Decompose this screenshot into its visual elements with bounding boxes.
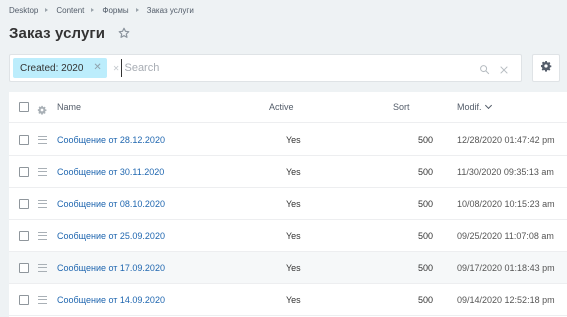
column-header-sort-label: Sort xyxy=(393,102,410,112)
row-checkbox[interactable] xyxy=(19,166,29,177)
drag-handle-icon[interactable] xyxy=(38,135,47,144)
row-modified: 10/08/2020 10:15:23 am xyxy=(457,198,555,209)
row-sort: 500 xyxy=(418,134,434,145)
drag-handle-icon[interactable] xyxy=(38,231,47,240)
breadcrumb-item-content[interactable]: Content xyxy=(56,6,84,15)
column-header-name[interactable]: Name xyxy=(57,92,81,122)
table-row[interactable]: Сообщение от 30.11.2020 Yes 500 11/30/20… xyxy=(9,156,567,188)
breadcrumb-separator-icon xyxy=(45,8,49,12)
row-modified: 12/28/2020 01:47:42 pm xyxy=(457,134,555,145)
table-row[interactable]: Сообщение от 17.09.2020 Yes 500 09/17/20… xyxy=(9,252,567,284)
search-box: Created: 2020 ✕ ✕ xyxy=(9,54,522,82)
breadcrumb: Desktop Content Формы Заказ услуги xyxy=(9,4,194,16)
drag-handle-icon[interactable] xyxy=(38,199,47,208)
title-row: Заказ услуги xyxy=(9,22,131,44)
table-row[interactable]: Сообщение от 14.09.2020 Yes 500 09/14/20… xyxy=(9,284,567,316)
column-header-modified-label: Modif. xyxy=(457,102,482,112)
clear-filter-icon[interactable]: ✕ xyxy=(113,64,120,73)
search-input[interactable] xyxy=(121,59,462,77)
search-tools xyxy=(479,62,509,80)
row-modified: 11/30/2020 09:35:13 am xyxy=(457,166,554,177)
settings-button[interactable] xyxy=(532,54,560,82)
chip-close-icon[interactable]: ✕ xyxy=(93,63,101,73)
row-active: Yes xyxy=(286,198,301,209)
drag-handle-icon[interactable] xyxy=(38,167,47,176)
breadcrumb-separator-icon xyxy=(135,8,139,12)
row-active: Yes xyxy=(286,262,301,273)
row-active: Yes xyxy=(286,294,301,305)
table-row[interactable]: Сообщение от 28.12.2020 Yes 500 12/28/20… xyxy=(9,124,567,156)
select-all-checkbox[interactable] xyxy=(19,102,29,112)
row-modified: 09/17/2020 01:18:43 pm xyxy=(457,262,555,273)
column-settings-gear-icon[interactable] xyxy=(37,102,47,115)
row-checkbox[interactable] xyxy=(19,230,29,241)
breadcrumb-item-current[interactable]: Заказ услуги xyxy=(147,6,194,15)
row-sort: 500 xyxy=(418,262,434,273)
row-active: Yes xyxy=(286,134,301,145)
column-header-active-label: Active xyxy=(269,102,294,112)
row-active: Yes xyxy=(286,230,301,241)
table-row[interactable]: Сообщение от 08.10.2020 Yes 500 10/08/20… xyxy=(9,188,567,220)
sort-down-icon xyxy=(484,101,492,110)
row-modified: 09/25/2020 11:07:08 am xyxy=(457,230,554,241)
row-name-link[interactable]: Сообщение от 30.11.2020 xyxy=(57,167,164,177)
row-checkbox[interactable] xyxy=(19,134,29,145)
gear-icon xyxy=(540,59,552,77)
row-checkbox[interactable] xyxy=(19,198,29,209)
drag-handle-icon[interactable] xyxy=(38,295,47,304)
table-header: Name Active Sort Modif. xyxy=(9,92,567,123)
row-sort: 500 xyxy=(418,198,434,209)
row-name-link[interactable]: Сообщение от 28.12.2020 xyxy=(57,135,165,145)
table-row[interactable]: Сообщение от 25.09.2020 Yes 500 09/25/20… xyxy=(9,220,567,252)
row-name-link[interactable]: Сообщение от 25.09.2020 xyxy=(57,231,165,241)
column-header-active[interactable]: Active xyxy=(269,92,294,122)
column-header-name-label: Name xyxy=(57,102,82,112)
close-icon[interactable] xyxy=(499,62,509,80)
row-name-link[interactable]: Сообщение от 14.09.2020 xyxy=(57,295,165,305)
filter-chip-label: Created: 2020 xyxy=(20,62,84,74)
row-active: Yes xyxy=(286,166,301,177)
breadcrumb-item-forms[interactable]: Формы xyxy=(102,6,128,15)
page-title: Заказ услуги xyxy=(9,24,106,42)
row-name-link[interactable]: Сообщение от 17.09.2020 xyxy=(57,263,165,273)
drag-handle-icon[interactable] xyxy=(38,263,47,272)
star-icon[interactable] xyxy=(117,26,131,40)
column-header-sort[interactable]: Sort xyxy=(393,92,410,122)
row-sort: 500 xyxy=(418,294,434,305)
row-checkbox[interactable] xyxy=(19,262,29,273)
breadcrumb-item-desktop[interactable]: Desktop xyxy=(9,6,38,15)
row-sort: 500 xyxy=(418,230,434,241)
breadcrumb-separator-icon xyxy=(91,8,95,12)
search-icon[interactable] xyxy=(479,62,490,80)
row-checkbox[interactable] xyxy=(19,294,29,305)
row-modified: 09/14/2020 12:52:18 pm xyxy=(457,294,555,305)
row-name-link[interactable]: Сообщение от 08.10.2020 xyxy=(57,199,165,209)
column-header-modified[interactable]: Modif. xyxy=(457,92,492,122)
row-sort: 500 xyxy=(418,166,434,177)
filter-chip[interactable]: Created: 2020 ✕ xyxy=(13,58,107,78)
data-grid: Name Active Sort Modif. Сообщение от 28.… xyxy=(9,92,567,317)
